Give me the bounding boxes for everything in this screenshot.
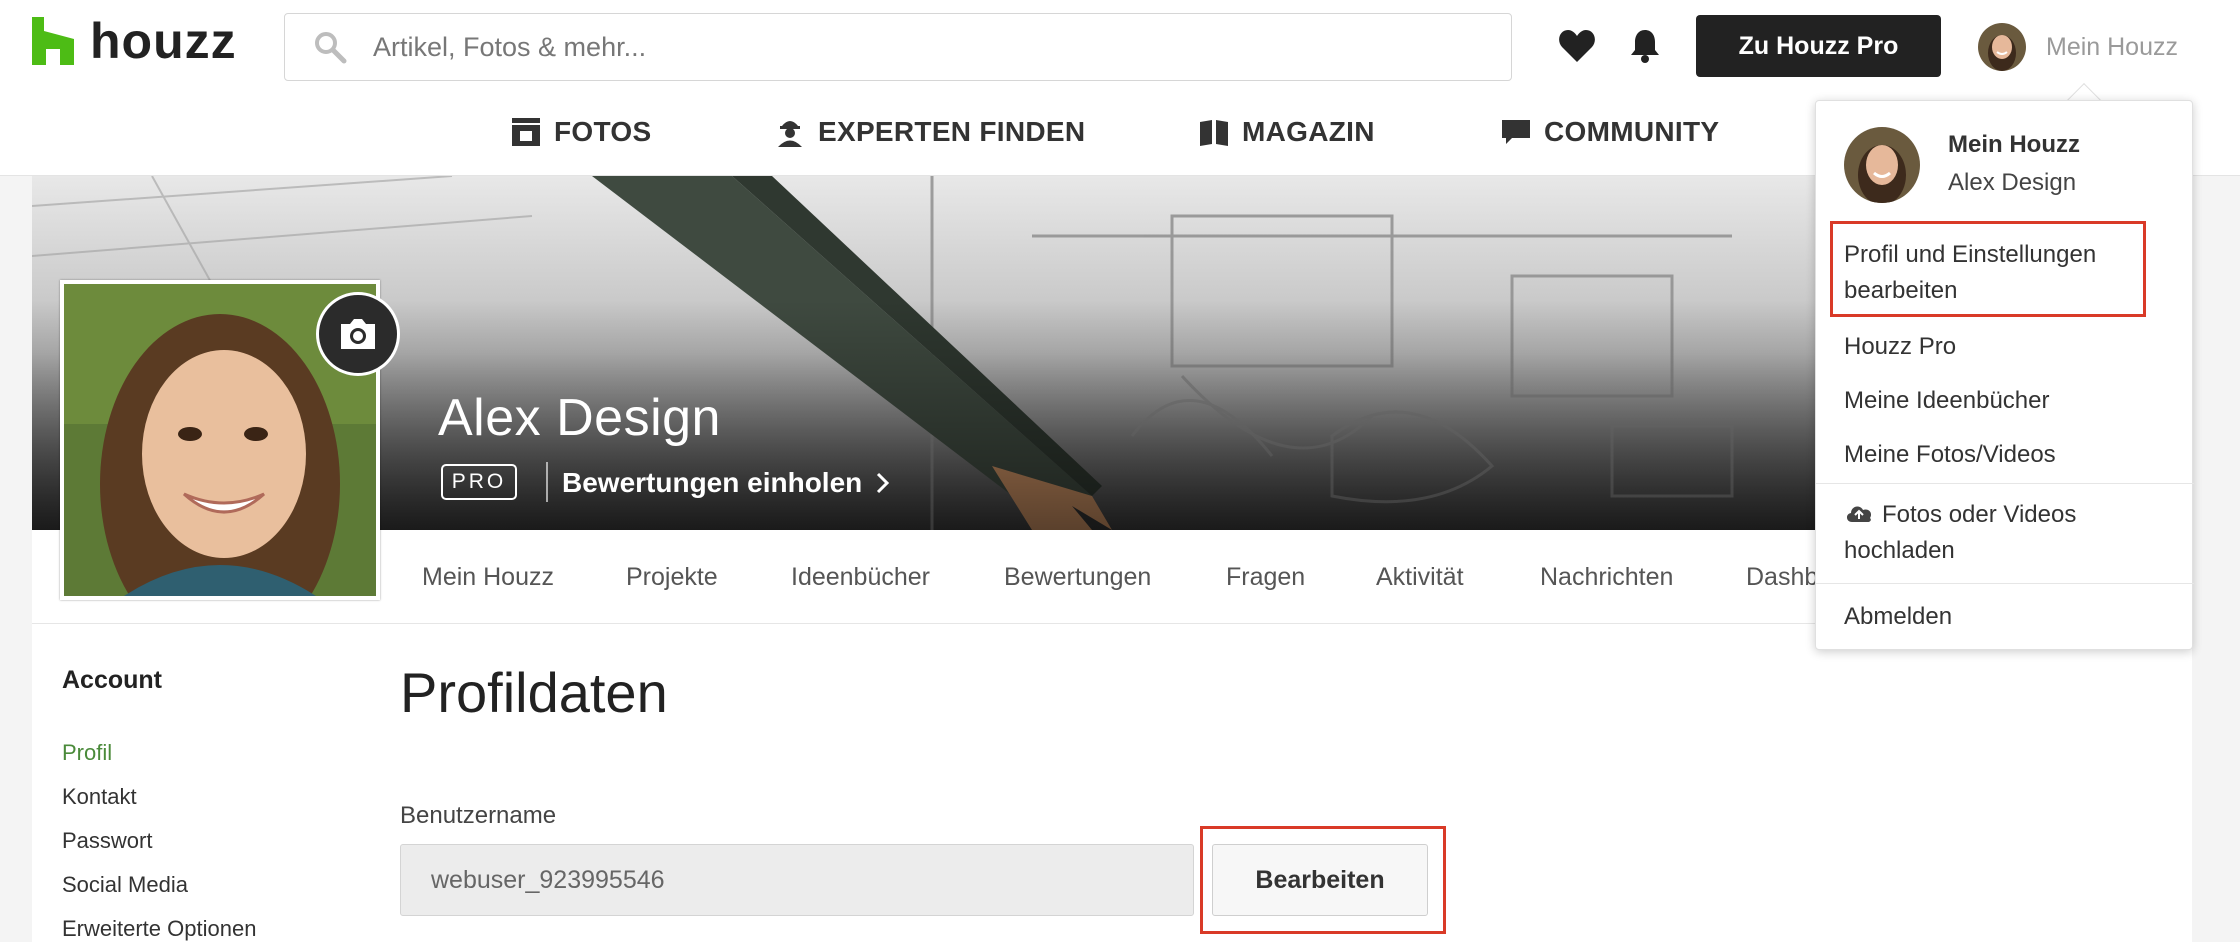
nav-item-experten[interactable]: EXPERTEN FINDEN: [774, 104, 1085, 160]
search-box[interactable]: [284, 13, 1512, 81]
dropdown-subtitle: Alex Design: [1948, 169, 2077, 196]
photos-icon: [512, 118, 540, 146]
tab-dashboard[interactable]: Dashb: [1746, 530, 1818, 624]
logo-text: houzz: [90, 13, 237, 69]
dropdown-item-upload[interactable]: Fotos oder Videos hochladen: [1844, 497, 2076, 569]
bell-icon[interactable]: [1626, 28, 1664, 64]
dropdown-separator: [1816, 583, 2194, 584]
chevron-right-icon: [877, 472, 890, 494]
dropdown-separator: [1816, 483, 2194, 484]
sidebar-item-passwort[interactable]: Passwort: [62, 819, 362, 863]
dropdown-item-fotos-videos[interactable]: Meine Fotos/Videos: [1844, 437, 2056, 473]
magazine-icon: [1200, 120, 1228, 146]
chat-icon: [1502, 120, 1530, 144]
sidebar-title: Account: [62, 666, 162, 694]
user-menu-label: Mein Houzz: [2046, 32, 2178, 61]
username-label: Benutzername: [400, 802, 557, 829]
sidebar-item-social-media[interactable]: Social Media: [62, 863, 362, 907]
avatar: [1978, 23, 2026, 71]
profile-name: Alex Design: [438, 389, 721, 447]
heart-icon[interactable]: [1558, 28, 1596, 64]
search-icon: [315, 32, 347, 64]
houzz-logo-icon: [32, 17, 74, 65]
houzz-pro-button[interactable]: Zu Houzz Pro: [1696, 15, 1941, 77]
dropdown-avatar: [1844, 127, 1920, 203]
camera-icon: [341, 319, 375, 349]
dropdown-item-ideenbuecher[interactable]: Meine Ideenbücher: [1844, 383, 2049, 419]
tab-projekte[interactable]: Projekte: [626, 530, 718, 624]
pro-badge: PRO: [441, 464, 517, 500]
dropdown-item-profile-settings[interactable]: Profil und Einstellungen bearbeiten: [1844, 237, 2096, 309]
change-photo-button[interactable]: [316, 292, 400, 376]
tab-ideenbuecher[interactable]: Ideenbücher: [791, 530, 930, 624]
nav-item-community[interactable]: COMMUNITY: [1500, 104, 1719, 160]
sidebar-item-kontakt[interactable]: Kontakt: [62, 775, 362, 819]
search-input[interactable]: [373, 31, 1373, 63]
sidebar-item-profil[interactable]: Profil: [62, 731, 362, 775]
houzz-logo[interactable]: houzz: [32, 14, 237, 68]
tab-nachrichten[interactable]: Nachrichten: [1540, 530, 1673, 624]
dropdown-item-houzz-pro[interactable]: Houzz Pro: [1844, 329, 1956, 365]
tab-aktivitaet[interactable]: Aktivität: [1376, 530, 1464, 624]
tab-fragen[interactable]: Fragen: [1226, 530, 1305, 624]
badge-divider: [546, 462, 548, 502]
dropdown-title: Mein Houzz: [1948, 131, 2080, 158]
tab-bewertungen[interactable]: Bewertungen: [1004, 530, 1151, 624]
sidebar-item-erweiterte-optionen[interactable]: Erweiterte Optionen: [62, 907, 362, 942]
tab-mein-houzz[interactable]: Mein Houzz: [422, 530, 554, 624]
page-title: Profildaten: [400, 661, 668, 724]
nav-item-fotos[interactable]: FOTOS: [510, 104, 651, 160]
get-reviews-link[interactable]: Bewertungen einholen: [562, 464, 894, 502]
expert-icon: [778, 121, 802, 147]
account-sidebar: Account Profil Kontakt Passwort Social M…: [62, 666, 362, 942]
dropdown-item-logout[interactable]: Abmelden: [1844, 599, 1952, 635]
edit-username-button[interactable]: Bearbeiten: [1212, 844, 1428, 916]
user-dropdown-menu: Mein Houzz Alex Design Profil und Einste…: [1815, 100, 2194, 650]
cloud-upload-icon: [1846, 506, 1872, 522]
user-menu-toggle[interactable]: Mein Houzz: [1978, 22, 2178, 72]
nav-item-magazin[interactable]: MAGAZIN: [1198, 104, 1375, 160]
username-field[interactable]: [400, 844, 1194, 916]
